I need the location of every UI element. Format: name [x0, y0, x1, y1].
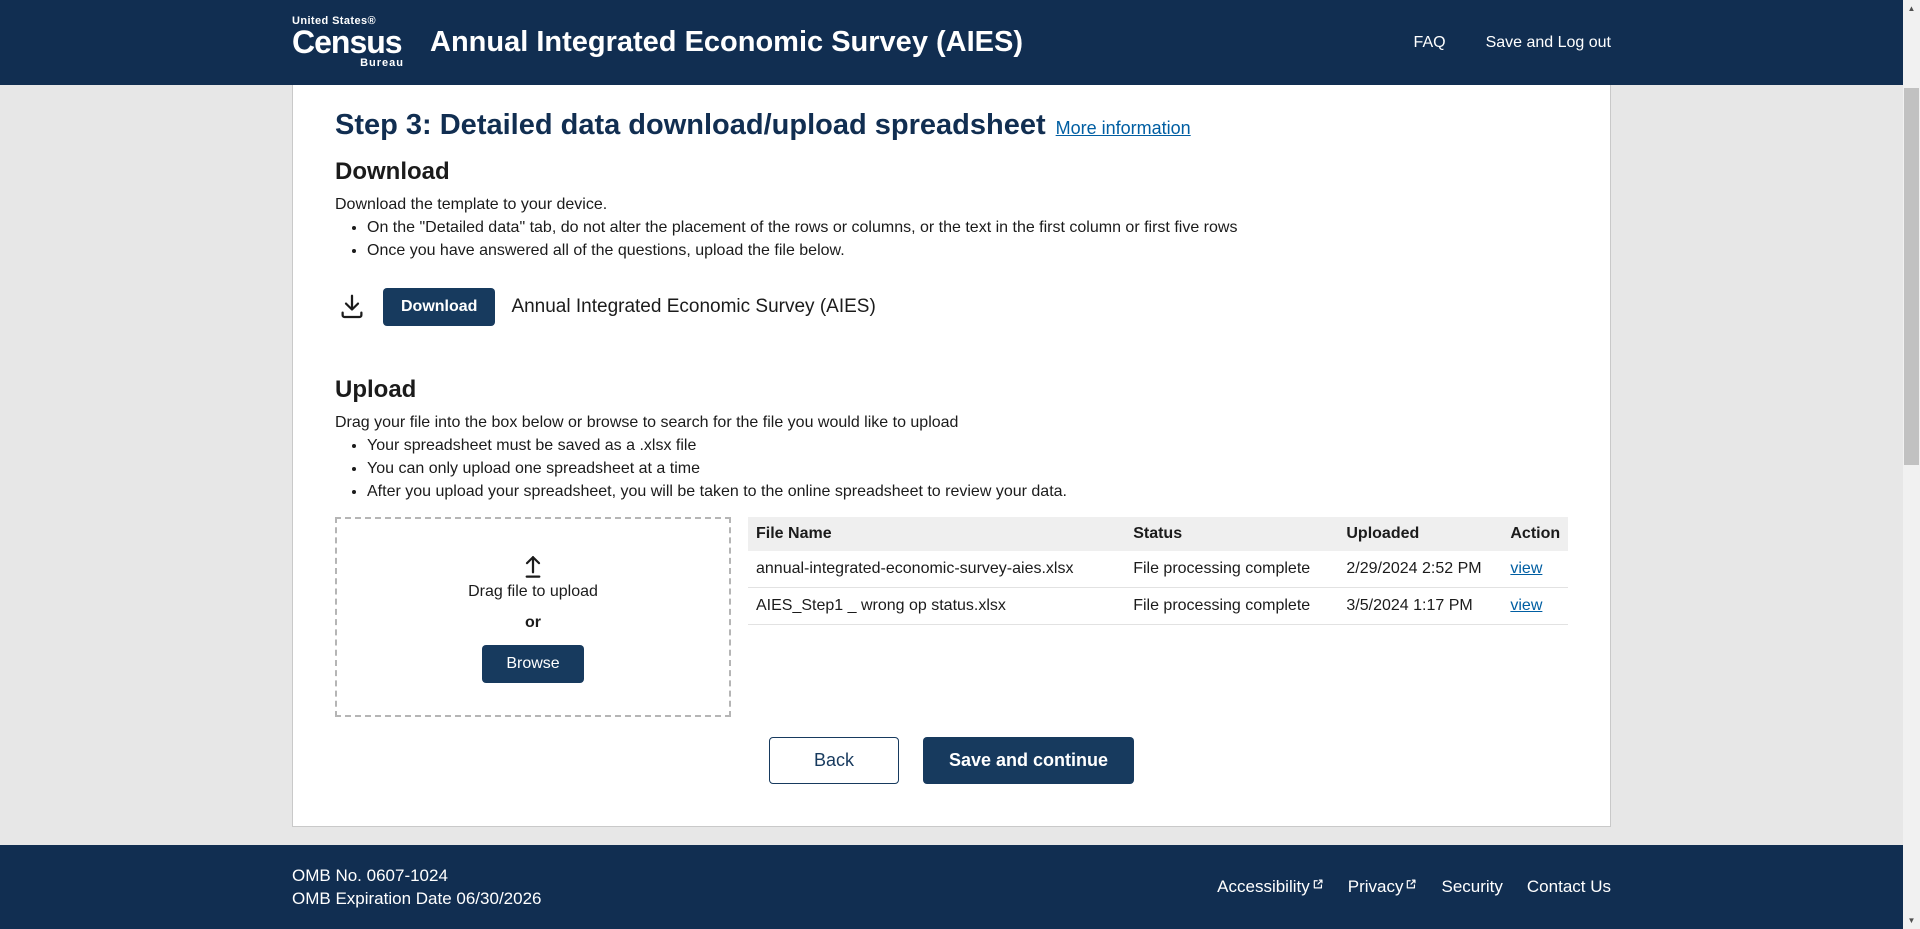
download-button[interactable]: Download [383, 288, 495, 326]
table-row: AIES_Step1 _ wrong op status.xlsx File p… [748, 588, 1568, 625]
logo-line-census: Census [292, 27, 404, 57]
column-header-action: Action [1502, 517, 1568, 551]
app-header: United States® Census Bureau Annual Inte… [0, 0, 1903, 85]
column-header-status: Status [1125, 517, 1338, 551]
status-cell: File processing complete [1125, 588, 1338, 625]
footer-link-contact-us[interactable]: Contact Us [1527, 877, 1611, 897]
uploaded-cell: 2/29/2024 2:52 PM [1338, 551, 1502, 588]
download-file-label: Annual Integrated Economic Survey (AIES) [511, 296, 875, 318]
file-name-cell: annual-integrated-economic-survey-aies.x… [748, 551, 1125, 588]
faq-link[interactable]: FAQ [1414, 34, 1446, 52]
omb-info: OMB No. 0607-1024 OMB Expiration Date 06… [292, 864, 541, 910]
header-nav: FAQ Save and Log out [1414, 34, 1611, 52]
download-note-item: Once you have answered all of the questi… [367, 242, 1568, 260]
omb-number: OMB No. 0607-1024 [292, 864, 541, 887]
app-footer: OMB No. 0607-1024 OMB Expiration Date 06… [0, 845, 1903, 929]
dropzone-label: Drag file to upload [468, 583, 598, 601]
page-title: Annual Integrated Economic Survey (AIES) [430, 26, 1023, 59]
save-and-continue-button[interactable]: Save and continue [923, 737, 1134, 784]
footer-link-accessibility[interactable]: Accessibility [1217, 877, 1324, 897]
uploaded-files-table: File Name Status Uploaded Action annual-… [748, 517, 1568, 625]
footer-links: Accessibility Privacy [1217, 877, 1611, 897]
upload-note-item: After you upload your spreadsheet, you w… [367, 483, 1568, 501]
more-information-link[interactable]: More information [1056, 118, 1191, 139]
view-link[interactable]: view [1510, 560, 1542, 577]
scrollbar-up-arrow[interactable]: ▲ [1903, 0, 1920, 17]
upload-notes-list: Your spreadsheet must be saved as a .xls… [335, 437, 1568, 501]
external-link-icon [1405, 878, 1417, 890]
view-link[interactable]: view [1510, 597, 1542, 614]
upload-heading: Upload [335, 376, 1568, 404]
main-card: Step 3: Detailed data download/upload sp… [292, 85, 1611, 827]
omb-expiration-date: OMB Expiration Date 06/30/2026 [292, 887, 541, 910]
table-row: annual-integrated-economic-survey-aies.x… [748, 551, 1568, 588]
table-header-row: File Name Status Uploaded Action [748, 517, 1568, 551]
file-name-cell: AIES_Step1 _ wrong op status.xlsx [748, 588, 1125, 625]
scrollbar-down-arrow[interactable]: ▼ [1903, 912, 1920, 929]
browse-button[interactable]: Browse [482, 645, 583, 683]
scrollbar[interactable]: ▲ ▼ [1903, 0, 1920, 929]
dropzone-or-label: or [525, 614, 541, 632]
upload-note-item: You can only upload one spreadsheet at a… [367, 460, 1568, 478]
footer-link-privacy[interactable]: Privacy [1348, 877, 1418, 897]
logo-line-bureau: Bureau [292, 58, 404, 69]
save-and-logout-link[interactable]: Save and Log out [1486, 34, 1611, 52]
download-section: Download Download the template to your d… [335, 158, 1568, 326]
upload-icon [518, 551, 548, 581]
upload-section: Upload Drag your file into the box below… [335, 376, 1568, 784]
download-note-item: On the "Detailed data" tab, do not alter… [367, 219, 1568, 237]
download-icon [337, 292, 367, 322]
status-cell: File processing complete [1125, 551, 1338, 588]
back-button[interactable]: Back [769, 737, 899, 784]
external-link-icon [1312, 878, 1324, 890]
upload-note-item: Your spreadsheet must be saved as a .xls… [367, 437, 1568, 455]
download-heading: Download [335, 158, 1568, 186]
file-dropzone[interactable]: Drag file to upload or Browse [335, 517, 731, 717]
download-intro: Download the template to your device. [335, 196, 1568, 214]
column-header-file-name: File Name [748, 517, 1125, 551]
column-header-uploaded: Uploaded [1338, 517, 1502, 551]
scrollbar-thumb[interactable] [1904, 88, 1919, 465]
upload-intro: Drag your file into the box below or bro… [335, 414, 1568, 432]
uploaded-cell: 3/5/2024 1:17 PM [1338, 588, 1502, 625]
step-title: Step 3: Detailed data download/upload sp… [335, 109, 1046, 142]
footer-link-security[interactable]: Security [1441, 877, 1502, 897]
census-logo: United States® Census Bureau [292, 16, 404, 69]
download-notes-list: On the "Detailed data" tab, do not alter… [335, 219, 1568, 260]
